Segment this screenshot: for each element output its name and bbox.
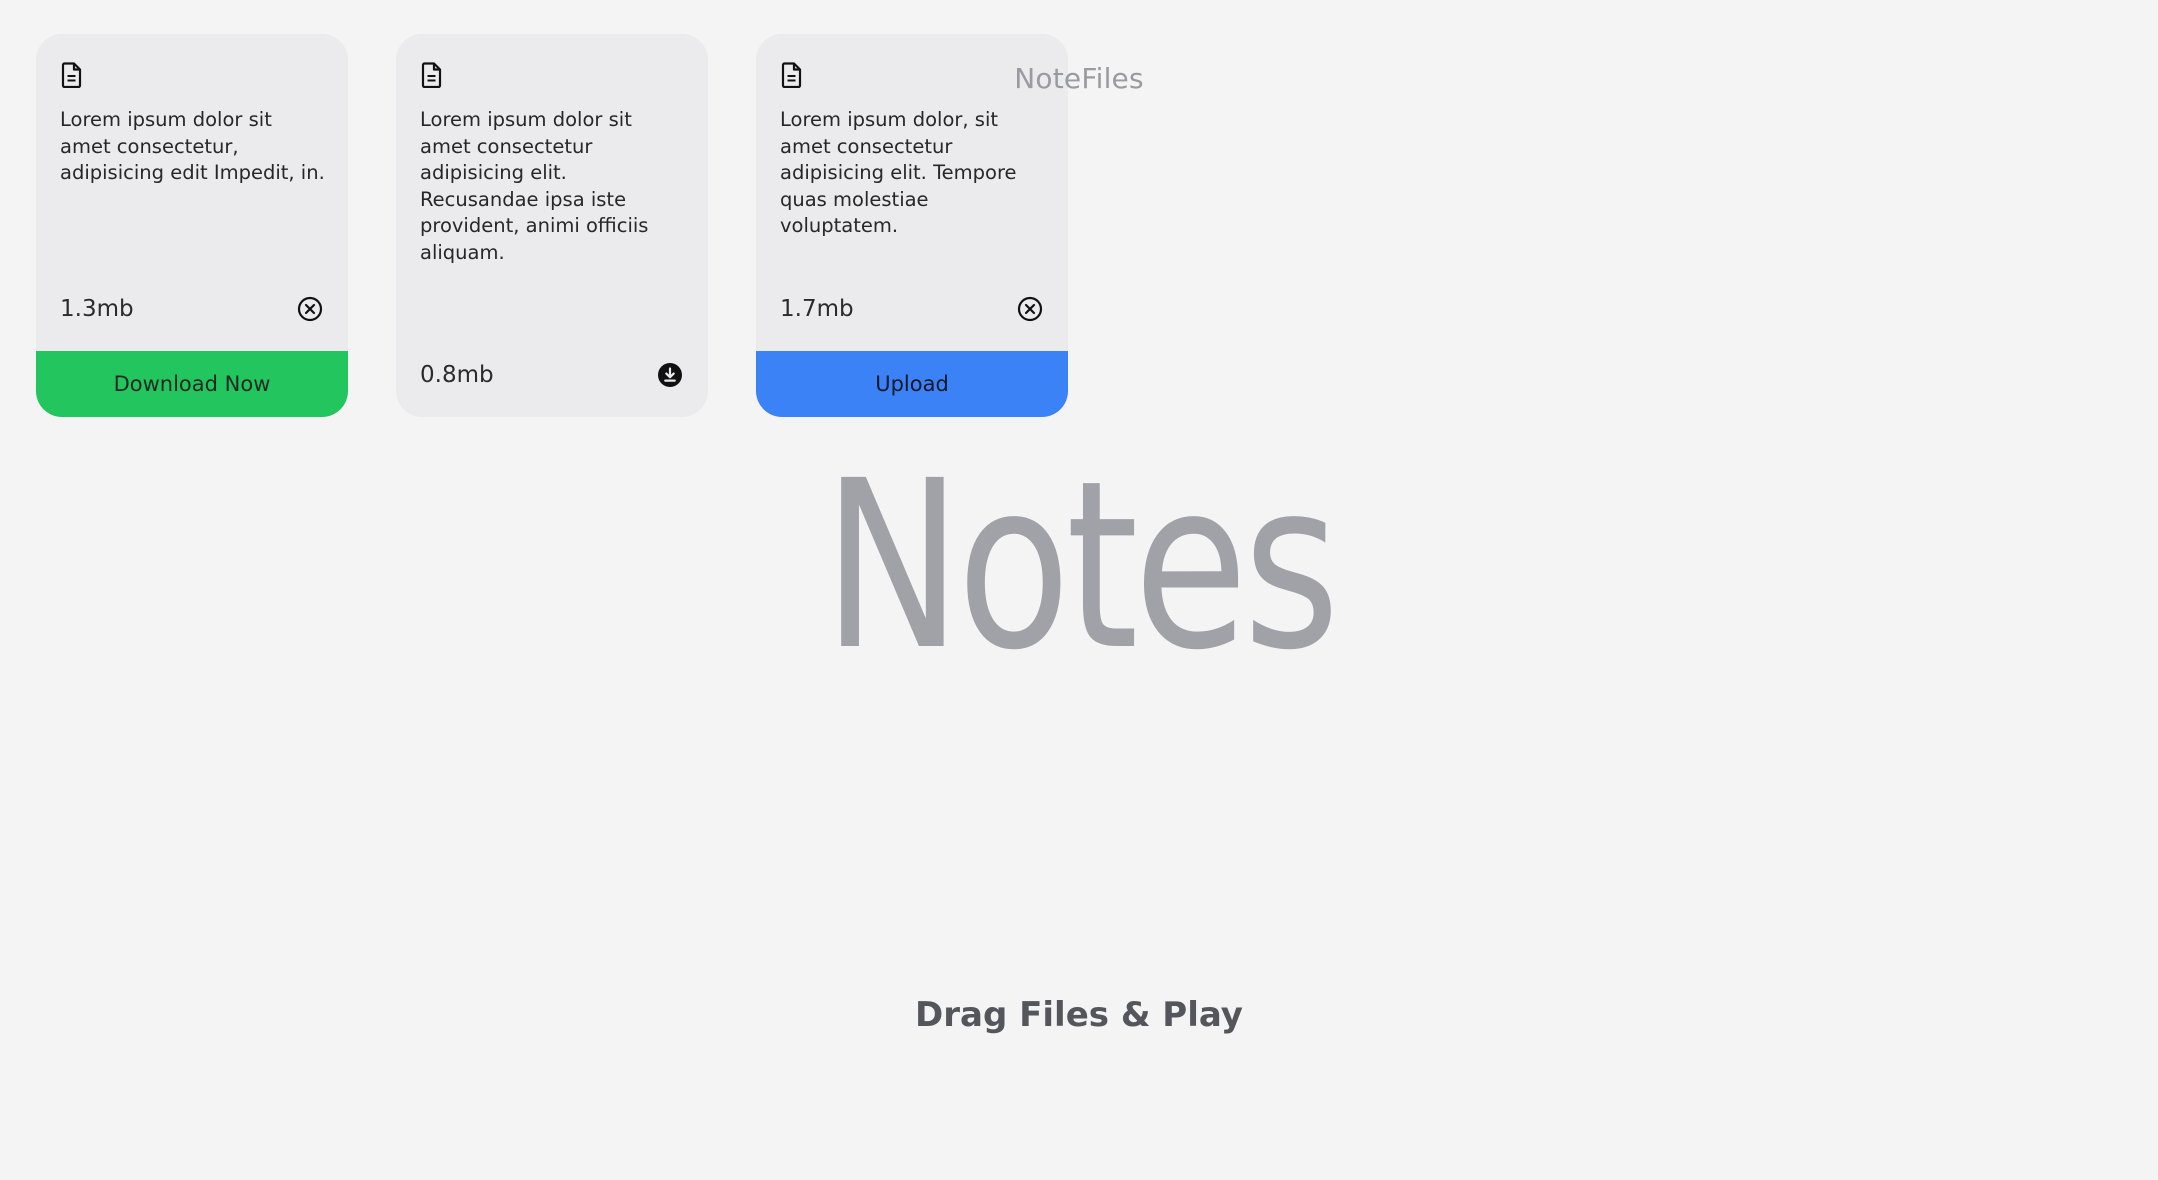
download-icon[interactable] (657, 362, 683, 388)
file-size: 1.3mb (60, 296, 134, 322)
file-size: 1.7mb (780, 296, 854, 322)
drop-zone-subtitle: Drag Files & Play (915, 995, 1243, 1035)
file-description: Lorem ipsum dolor, sit amet consectetur … (780, 108, 1017, 237)
app-title: NoteFiles (1014, 62, 1144, 95)
file-size: 0.8mb (420, 362, 494, 388)
download-now-button[interactable]: Download Now (36, 351, 348, 417)
file-description: Lorem ipsum dolor sit amet consectetur, … (60, 108, 325, 184)
close-circle-icon[interactable] (1017, 296, 1043, 322)
upload-button[interactable]: Upload (756, 351, 1068, 417)
file-description: Lorem ipsum dolor sit amet consectetur a… (420, 108, 649, 264)
hero-title: Notes (822, 431, 1340, 701)
close-circle-icon[interactable] (297, 296, 323, 322)
